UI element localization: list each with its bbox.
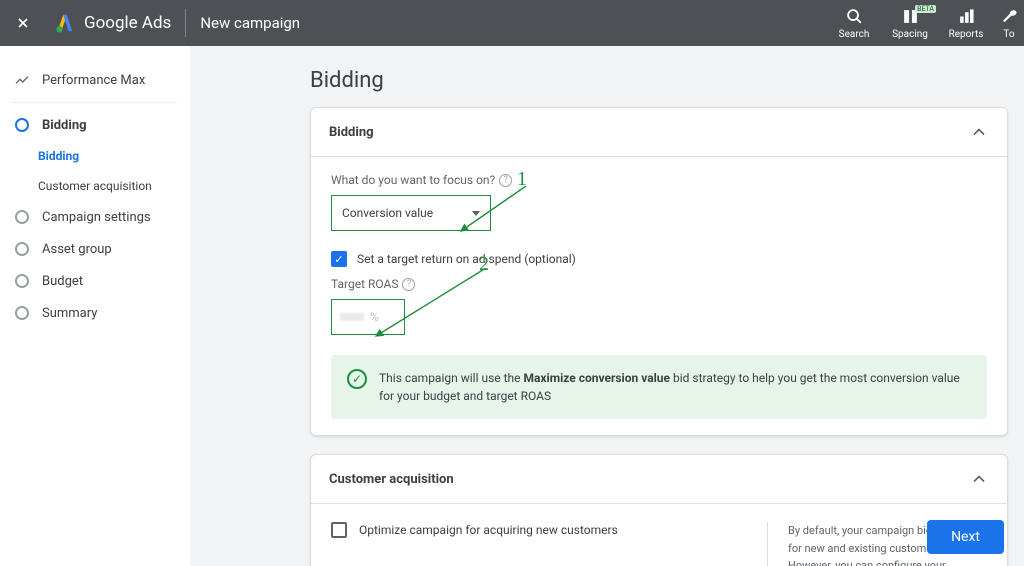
info-text: This campaign will use the Maximize conv… — [379, 369, 971, 405]
sidebar-item-pmax[interactable]: Performance Max — [0, 64, 190, 96]
chevron-up-icon — [969, 469, 989, 489]
sidebar-label: Summary — [42, 306, 97, 321]
brand-text: Google Ads — [84, 13, 171, 33]
radio-icon — [14, 273, 30, 289]
sidebar: Performance Max Bidding Bidding Customer… — [0, 46, 190, 566]
roas-unit: % — [370, 310, 379, 324]
progress-icon — [14, 117, 30, 133]
sidebar-item-budget[interactable]: Budget — [0, 265, 190, 297]
roas-input[interactable]: % — [331, 299, 405, 335]
reports-icon — [958, 8, 975, 25]
strategy-info: ✓ This campaign will use the Maximize co… — [331, 355, 987, 419]
tool-settings[interactable]: To — [994, 7, 1024, 40]
sidebar-label: Bidding — [42, 118, 87, 133]
search-icon — [846, 8, 863, 25]
chevron-up-icon — [969, 122, 989, 142]
bidding-card-header[interactable]: Bidding — [311, 108, 1007, 157]
tool-reports[interactable]: Reports — [938, 7, 994, 40]
dropdown-icon — [472, 211, 480, 216]
check-circle-icon: ✓ — [347, 369, 367, 389]
tool-search[interactable]: Search — [826, 7, 882, 40]
sidebar-label: Asset group — [42, 242, 112, 257]
wrench-icon — [1001, 8, 1018, 25]
radio-icon — [14, 305, 30, 321]
sidebar-item-bidding[interactable]: Bidding — [0, 109, 190, 141]
optimize-checkbox[interactable] — [331, 522, 347, 538]
sidebar-sub-customer-acquisition[interactable]: Customer acquisition — [0, 171, 190, 201]
sidebar-item-summary[interactable]: Summary — [0, 297, 190, 329]
card-title: Bidding — [329, 125, 374, 140]
target-roas-checkbox[interactable]: ✓ — [331, 251, 347, 267]
sidebar-item-campaign-settings[interactable]: Campaign settings — [0, 201, 190, 233]
help-icon[interactable]: ? — [499, 174, 512, 187]
sidebar-divider — [12, 102, 178, 103]
target-roas-label: Set a target return on ad spend (optiona… — [357, 252, 576, 266]
trend-icon — [14, 72, 30, 88]
brand-logo: Google Ads — [46, 13, 179, 33]
radio-icon — [14, 241, 30, 257]
card-title: Customer acquisition — [329, 472, 454, 487]
sidebar-item-asset-group[interactable]: Asset group — [0, 233, 190, 265]
focus-label: What do you want to focus on? — [331, 173, 495, 187]
sidebar-sub-bidding[interactable]: Bidding — [0, 141, 190, 171]
ca-card-header[interactable]: Customer acquisition — [311, 455, 1007, 504]
roas-label: Target ROAS — [331, 277, 398, 291]
tool-spacing[interactable]: BETA Spacing — [882, 7, 938, 40]
main-content: Bidding Bidding What do you want to focu… — [190, 46, 1024, 566]
next-button[interactable]: Next — [927, 520, 1004, 554]
roas-blur — [340, 313, 364, 321]
focus-value: Conversion value — [342, 206, 433, 220]
radio-icon — [14, 209, 30, 225]
header-divider — [185, 9, 186, 37]
sidebar-label: Budget — [42, 274, 83, 289]
customer-acquisition-card: Customer acquisition Optimize campaign f… — [310, 454, 1008, 566]
close-icon — [15, 15, 31, 31]
focus-select[interactable]: Conversion value — [331, 195, 491, 231]
header-tools: Search BETA Spacing Reports To — [826, 0, 1024, 46]
bidding-card: Bidding What do you want to focus on? ? … — [310, 107, 1008, 436]
close-button[interactable] — [0, 0, 46, 46]
sidebar-label: Campaign settings — [42, 210, 151, 225]
google-ads-logo-icon — [54, 13, 76, 33]
app-header: Google Ads New campaign Search BETA Spac… — [0, 0, 1024, 46]
section-heading: Bidding — [310, 68, 1008, 93]
sidebar-label: Performance Max — [42, 73, 145, 88]
beta-badge: BETA — [915, 5, 936, 13]
page-title: New campaign — [192, 14, 300, 32]
help-icon[interactable]: ? — [402, 278, 415, 291]
optimize-label: Optimize campaign for acquiring new cust… — [359, 523, 618, 537]
